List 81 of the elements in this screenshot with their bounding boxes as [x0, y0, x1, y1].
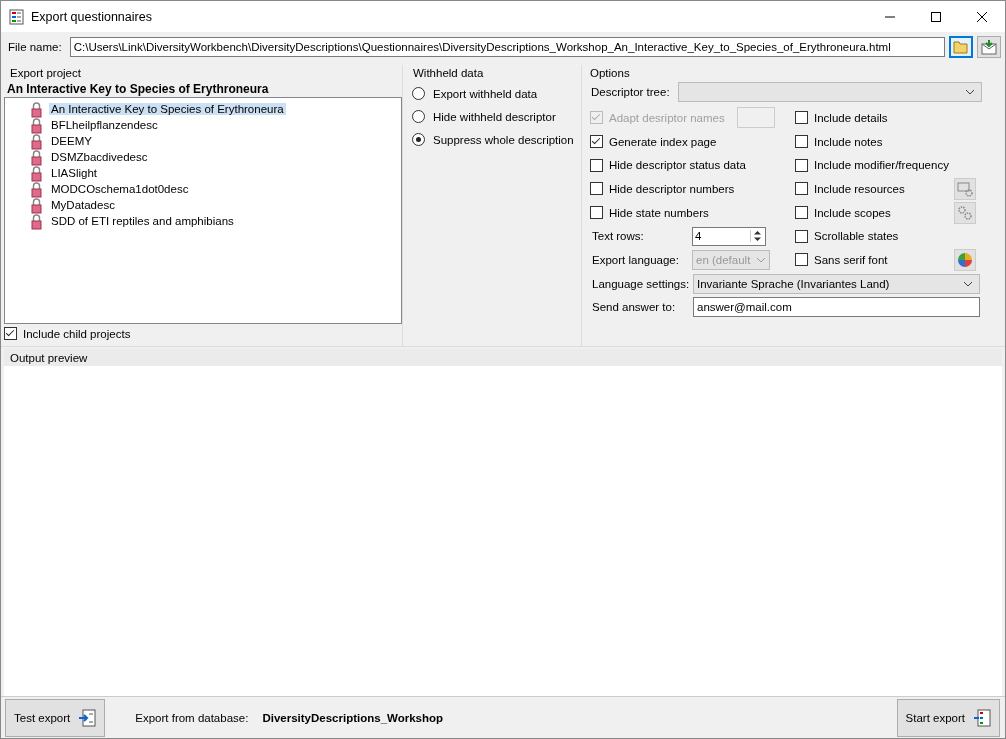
group-title: Withheld data: [412, 66, 485, 79]
maximize-icon[interactable]: [930, 10, 942, 23]
group-title: Export project: [9, 66, 82, 79]
lock-icon: [31, 196, 42, 214]
checkbox[interactable]: [795, 182, 808, 196]
checkbox-label: Include resources: [814, 182, 905, 195]
project-item[interactable]: LIASlight: [49, 167, 100, 179]
lock-icon: [31, 164, 42, 182]
checkbox-label: Scrollable states: [814, 230, 899, 243]
lock-icon: [31, 212, 42, 230]
chevron-down-icon: [964, 89, 975, 95]
app-icon: [9, 8, 25, 25]
checkbox-label: Include details: [814, 111, 888, 124]
scopes-settings-button[interactable]: [954, 201, 976, 224]
chevron-down-icon: [756, 256, 766, 263]
checkbox[interactable]: [590, 206, 603, 220]
lock-icon: [31, 116, 42, 134]
project-item[interactable]: An Interactive Key to Species of Erythroneura: [49, 103, 286, 115]
start-export-button[interactable]: Start export: [896, 698, 1000, 737]
field-label: Language settings:: [592, 277, 691, 290]
lock-icon: [31, 100, 42, 118]
document-list-icon: [973, 708, 991, 727]
checkbox-label: Include modifier/frequency: [814, 159, 949, 172]
checkbox-label: Include child projects: [23, 327, 131, 340]
project-item[interactable]: BFLheilpflanzendesc: [49, 119, 160, 131]
mail-download-button[interactable]: [977, 36, 1001, 58]
close-icon[interactable]: [976, 10, 988, 23]
checkbox[interactable]: [795, 229, 808, 243]
radio-button[interactable]: [412, 87, 425, 100]
file-name-label: File name:: [8, 41, 62, 53]
descriptor-tree-label: Descriptor tree:: [591, 86, 670, 98]
project-item[interactable]: DSMZbacdivedesc: [49, 151, 150, 163]
checkbox[interactable]: [590, 158, 603, 172]
checkbox[interactable]: [795, 135, 808, 149]
radio-label: Export withheld data: [433, 87, 538, 100]
checkbox[interactable]: [795, 158, 808, 172]
project-item[interactable]: MyDatadesc: [49, 199, 117, 211]
chevron-down-icon: [963, 280, 973, 287]
database-label: Export from database:: [135, 711, 249, 724]
checkbox-label: Include notes: [814, 135, 883, 148]
language-settings-dropdown[interactable]: Invariante Sprache (Invariantes Land): [693, 273, 980, 294]
checkbox[interactable]: [795, 206, 808, 220]
checkbox[interactable]: [590, 135, 603, 149]
project-item[interactable]: MODCOschema1dot0desc: [49, 183, 191, 195]
group-title: Options: [589, 66, 631, 79]
test-export-button[interactable]: Test export: [5, 698, 106, 737]
checkbox-label: Generate index page: [609, 135, 717, 148]
checkbox-label: Hide descriptor numbers: [609, 182, 735, 195]
document-arrow-icon: [78, 708, 97, 727]
project-item[interactable]: SDD of ETI reptiles and amphibians: [49, 215, 236, 227]
database-name: DiversityDescriptions_Workshop: [262, 711, 444, 724]
current-project-title: An Interactive Key to Species of Erythroneura: [6, 81, 270, 97]
checkbox-label: Adapt desriptor names: [609, 111, 725, 124]
checkbox[interactable]: [4, 327, 17, 340]
radio-label: Suppress whole description: [433, 133, 574, 146]
project-item[interactable]: DEEMY: [49, 135, 94, 147]
radio-button[interactable]: [412, 133, 425, 146]
checkbox[interactable]: [795, 111, 808, 125]
radio-label: Hide withheld descriptor: [433, 110, 556, 123]
field-label: Export language:: [591, 253, 680, 266]
checkbox-label: Hide state numbers: [609, 206, 709, 219]
color-wheel-button[interactable]: [954, 248, 976, 271]
checkbox-label: Hide descriptor status data: [609, 159, 746, 172]
field-label: Send answer to:: [592, 301, 677, 314]
folder-icon: [953, 40, 969, 54]
checkbox[interactable]: [795, 253, 808, 267]
name-field: [736, 107, 775, 129]
checkbox-label: Sans serif font: [814, 253, 888, 266]
radio-button[interactable]: [412, 110, 425, 123]
window-title: Export questionnaires: [31, 9, 152, 24]
lock-icon: [31, 180, 42, 198]
text-rows-spinner[interactable]: 4: [692, 226, 766, 246]
checkbox-label: Include scopes: [814, 206, 891, 219]
email-field[interactable]: answer@mail.com: [693, 297, 980, 318]
checkbox[interactable]: [590, 182, 603, 196]
lock-icon: [31, 148, 42, 166]
file-name-field[interactable]: C:\Users\Link\DiversityWorkbench\DiversityDescriptions\Questionnaires\DiversityDescriptions_Workshop_An_Interactive_Key_to_Species_of_Erythroneura.html: [69, 37, 945, 57]
field-label: Text rows:: [591, 230, 645, 243]
section-title: Output preview: [10, 351, 88, 364]
lock-icon: [31, 132, 42, 150]
browse-folder-button[interactable]: [949, 36, 973, 58]
